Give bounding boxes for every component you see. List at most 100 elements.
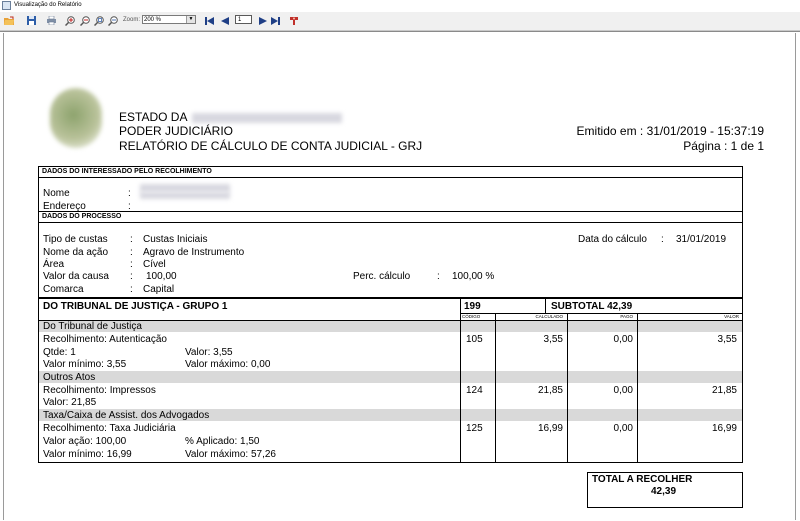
redacted-name [140,184,230,192]
group-subtotal: SUBTOTAL 42,39 [551,301,633,312]
item-valor-maximo: Valor máximo: 0,00 [185,359,271,370]
zoom-width-button[interactable] [107,14,120,27]
report-window-icon [2,1,11,10]
col-calculated-header: CALCULADO [535,314,563,319]
item-valor-acao: Valor ação: 100,00 [43,436,127,447]
item-valor-maximo: Valor máximo: 57,26 [185,449,276,460]
col-value-header: VALOR [724,314,739,319]
column-divider [545,298,546,313]
group-code: 199 [464,301,481,312]
action-label: Nome da ação [43,247,109,258]
calc-percent-colon: : [437,271,440,282]
zoom-in-icon [65,15,75,26]
column-divider [460,298,461,463]
close-button[interactable] [288,14,301,27]
action-value: Agravo de Instrumento [143,247,245,258]
header-state: ESTADO DA [119,110,343,124]
window-titlebar: Visualização do Relatório [0,0,800,11]
total-label: TOTAL A RECOLHER [592,474,693,485]
item-valor: Valor: 3,55 [185,347,233,358]
district-colon: : [130,284,133,295]
column-divider [567,313,568,463]
last-page-icon [271,16,280,25]
first-page-button[interactable] [204,14,215,27]
row-calculated: 21,85 [537,385,563,396]
cost-type-value: Custas Iniciais [143,234,208,245]
item-valor: Valor: 21,85 [43,397,97,408]
zoom-out-button[interactable] [79,14,92,27]
header-judiciary: PODER JUDICIÁRIO [119,124,234,138]
section-title-taxa: Taxa/Caixa de Assist. dos Advogados [43,410,210,421]
court-logo [50,88,102,148]
zoom-select-value: 200 % [144,17,162,23]
col-paid-header: PAGO [620,314,633,319]
group-title: DO TRIBUNAL DE JUSTIÇA - GRUPO 1 [43,301,228,312]
item-autenticacao: Recolhimento: Autenticação [43,334,167,345]
item-percent-aplicado: % Aplicado: 1,50 [185,436,260,447]
zoom-in-button[interactable] [64,14,77,27]
toolbar: Zoom: 200 % ▼ 1 [0,12,800,31]
redacted-address [140,192,230,199]
column-divider [637,313,638,463]
zoom-page-button[interactable] [93,14,106,27]
cause-value: 100,00 [146,271,177,282]
row-value: 21,85 [711,385,737,396]
calc-percent-value: 100,00 % [452,271,495,282]
chevron-down-icon[interactable]: ▼ [186,16,195,23]
calc-percent-label: Perc. cálculo [353,271,411,282]
section-title-outros: Outros Atos [43,372,96,383]
page-number-input[interactable]: 1 [235,15,252,24]
row-code: 124 [466,385,483,396]
zoom-select[interactable]: 200 % ▼ [142,15,196,24]
calc-date-value: 31/01/2019 [676,234,727,245]
zoom-whole-page-icon [94,15,104,26]
item-impressos: Recolhimento: Impressos [43,385,156,396]
emission-date: Emitido em : 31/01/2019 - 15:37:19 [576,124,764,138]
first-page-icon [205,16,214,25]
calc-date-colon: : [661,234,664,245]
area-label: Área [43,259,65,270]
item-taxa-judiciaria: Recolhimento: Taxa Judiciária [43,423,176,434]
item-valor-minimo: Valor mínimo: 16,99 [43,449,132,460]
open-button[interactable] [3,14,16,27]
row-paid: 0,00 [613,334,633,345]
action-colon: : [130,247,133,258]
zoom-out-icon [80,15,90,26]
floppy-disk-icon [27,16,36,25]
column-divider [495,313,496,463]
header-state-text: ESTADO DA [119,110,187,124]
redacted-state-name [192,112,343,123]
cost-type-colon: : [130,234,133,245]
save-button[interactable] [25,14,38,27]
row-code: 125 [466,423,483,434]
item-qtde: Qtde: 1 [43,347,76,358]
item-valor-minimo: Valor mínimo: 3,55 [43,359,127,370]
previous-page-icon [220,16,229,25]
next-page-button[interactable] [257,14,268,27]
name-colon: : [128,188,131,199]
row-calculated: 3,55 [543,334,563,345]
cause-value-colon: : [130,271,133,282]
zoom-label: Zoom: [123,17,141,23]
exit-door-icon [290,16,298,25]
print-button[interactable] [45,14,58,27]
process-title: DADOS DO PROCESSO [42,213,122,220]
row-value: 16,99 [711,423,737,434]
zoom-page-width-icon [108,15,118,26]
row-calculated: 16,99 [537,423,563,434]
district-value: Capital [143,284,175,295]
row-code: 105 [466,334,483,345]
district-label: Comarca [43,284,84,295]
divider [38,222,743,223]
last-page-button[interactable] [270,14,281,27]
divider [38,320,743,321]
cost-type-label: Tipo de custas [43,234,108,245]
row-value: 3,55 [717,334,737,345]
col-code-header: CÓDIGO [462,314,481,319]
divider [38,177,743,178]
section-title-tribunal: Do Tribunal de Justiça [43,321,142,332]
calc-date-label: Data do cálculo [578,234,647,245]
area-value: Cível [143,259,166,270]
previous-page-button[interactable] [219,14,230,27]
cause-value-label: Valor da causa [43,271,109,282]
